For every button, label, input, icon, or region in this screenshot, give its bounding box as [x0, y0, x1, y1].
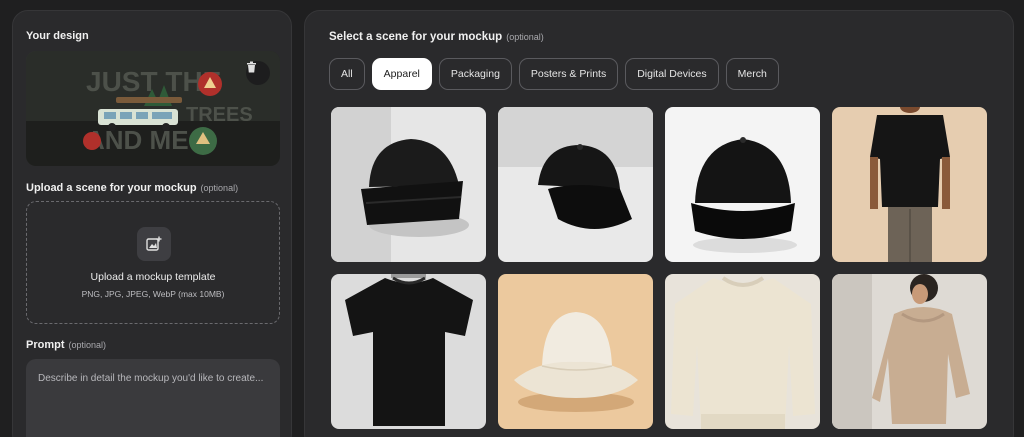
tab-merch[interactable]: Merch [725, 58, 779, 90]
design-line-2: TREES [186, 104, 253, 126]
design-sidebar: Your design JUST THE TREES AND ME Upload… [12, 10, 292, 437]
design-preview[interactable]: JUST THE TREES AND ME [26, 51, 280, 166]
scene-cream-sweatshirt[interactable] [665, 274, 820, 429]
upload-formats-hint: PNG, JPG, JPEG, WebP (max 10MB) [81, 289, 225, 299]
scene-black-baseball-cap[interactable] [665, 107, 820, 262]
upload-scene-optional: (optional) [200, 183, 239, 193]
scene-model-beige-hoodie[interactable] [832, 274, 987, 429]
scene-picker-title: Select a scene for your mockup [329, 31, 503, 43]
upload-scene-title: Upload a scene for your mockup [26, 182, 197, 194]
scene-picker-heading: Select a scene for your mockup (optional) [329, 31, 544, 43]
your-design-heading: Your design [26, 30, 89, 42]
design-artwork: JUST THE TREES AND ME [26, 51, 280, 166]
category-tabs: All Apparel Packaging Posters & Prints D… [329, 58, 779, 90]
tab-all[interactable]: All [329, 58, 365, 90]
prompt-optional: (optional) [68, 340, 107, 350]
tab-apparel[interactable]: Apparel [371, 58, 432, 90]
prompt-title: Prompt [26, 339, 65, 351]
scene-picker-optional: (optional) [506, 32, 544, 42]
prompt-textarea[interactable]: Describe in detail the mockup you'd like… [26, 359, 280, 437]
scene-black-snapback[interactable] [498, 107, 653, 262]
tab-posters-prints[interactable]: Posters & Prints [518, 58, 619, 90]
app-root: Your design JUST THE TREES AND ME Upload… [0, 0, 1024, 437]
upload-dropzone[interactable]: Upload a mockup template PNG, JPG, JPEG,… [26, 201, 280, 324]
scene-picker: Select a scene for your mockup (optional)… [304, 10, 1014, 437]
scene-grid [331, 107, 987, 429]
tab-packaging[interactable]: Packaging [438, 58, 512, 90]
scene-model-black-tshirt[interactable] [832, 107, 987, 262]
scene-black-tshirt[interactable] [331, 274, 486, 429]
design-line-3: AND ME [86, 125, 189, 155]
upload-scene-heading: Upload a scene for your mockup (optional) [26, 182, 238, 194]
trash-icon [247, 61, 256, 73]
delete-design-button[interactable] [246, 61, 270, 85]
add-image-icon [137, 227, 171, 261]
tab-digital-devices[interactable]: Digital Devices [625, 58, 719, 90]
prompt-heading: Prompt (optional) [26, 339, 106, 351]
upload-template-label: Upload a mockup template [90, 271, 216, 283]
scene-cream-bucket-hat[interactable] [498, 274, 653, 429]
scene-black-beanie[interactable] [331, 107, 486, 262]
